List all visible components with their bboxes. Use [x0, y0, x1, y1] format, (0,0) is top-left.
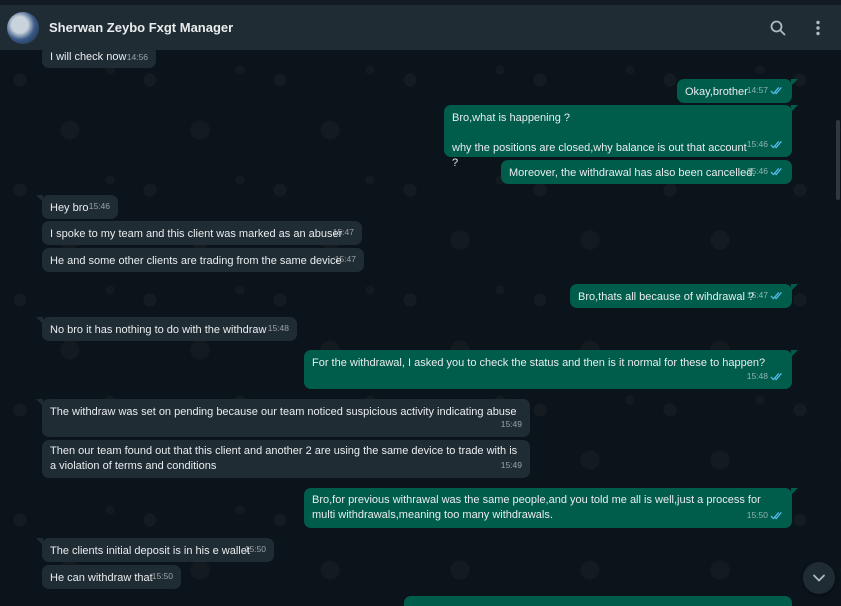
message-text: Then our team found out that this client… — [50, 445, 521, 472]
contact-name[interactable]: Sherwan Zeybo Fxgt Manager — [49, 20, 233, 35]
message-text: The clients initial deposit is in his e … — [50, 545, 250, 557]
message-outgoing[interactable]: Bro,what is happening ? why the position… — [444, 105, 798, 169]
message-outgoing[interactable]: For the withdrawal, I asked you to check… — [304, 350, 798, 389]
message-time: 15:47 — [334, 254, 356, 264]
message-incoming[interactable]: I spoke to my team and this client was m… — [42, 221, 362, 245]
message-incoming[interactable]: The clients initial deposit is in his e … — [36, 538, 274, 562]
message-text: The withdraw was set on pending because … — [50, 406, 517, 418]
message-time: 14:57 — [746, 85, 768, 95]
message-time: 15:46 — [746, 166, 768, 176]
read-ticks-icon — [770, 292, 782, 300]
chat-header[interactable]: Sherwan Zeybo Fxgt Manager — [0, 5, 841, 50]
message-incoming[interactable]: The withdraw was set on pending because … — [36, 399, 530, 437]
search-icon[interactable] — [769, 19, 787, 37]
message-text: I will check now — [50, 51, 127, 63]
message-text: Hey bro — [50, 202, 89, 214]
avatar[interactable] — [7, 11, 39, 44]
message-outgoing[interactable]: Moreover, the withdrawal has also been c… — [501, 160, 792, 184]
read-ticks-icon — [770, 512, 782, 520]
message-incoming[interactable]: No bro it has nothing to do with the wit… — [36, 317, 297, 341]
message-time: 15:50 — [746, 510, 768, 520]
scroll-down-button[interactable] — [803, 562, 835, 594]
message-text: I spoke to my team and this client was m… — [50, 228, 343, 240]
message-text: For the withdrawal, I asked you to check… — [312, 357, 766, 369]
message-time: 15:50 — [151, 571, 173, 581]
read-ticks-icon — [770, 87, 782, 95]
message-outgoing-partial — [404, 596, 792, 606]
message-incoming[interactable]: Then our team found out that this client… — [42, 440, 530, 478]
menu-icon[interactable] — [809, 19, 827, 37]
message-time: 15:48 — [267, 323, 289, 333]
message-text: Bro,thats all because of wihdrawal ? — [578, 291, 755, 303]
message-incoming[interactable]: He can withdraw that 15:50 — [42, 565, 181, 589]
message-time: 14:56 — [126, 52, 148, 62]
message-outgoing[interactable]: Bro,for previous withrawal was the same … — [304, 488, 798, 528]
message-time: 15:46 — [746, 139, 768, 149]
chevron-down-icon — [813, 574, 825, 582]
read-ticks-icon — [770, 373, 782, 381]
read-ticks-icon — [770, 168, 782, 176]
scrollbar[interactable] — [835, 50, 841, 600]
message-time: 15:46 — [88, 201, 110, 211]
message-time: 15:49 — [500, 460, 522, 470]
message-outgoing[interactable]: Okay,brother 14:57 — [677, 79, 798, 103]
message-text: Moreover, the withdrawal has also been c… — [509, 167, 756, 179]
message-text: Bro,for previous withrawal was the same … — [312, 494, 764, 521]
message-time: 15:50 — [244, 544, 266, 554]
message-incoming[interactable]: Hey bro 15:46 — [36, 195, 118, 219]
message-time: 15:48 — [746, 371, 768, 381]
message-incoming[interactable]: He and some other clients are trading fr… — [42, 248, 364, 272]
message-text: Okay,brother — [685, 86, 748, 98]
message-time: 15:47 — [746, 290, 768, 300]
message-time: 15:47 — [332, 227, 354, 237]
message-time: 15:49 — [500, 419, 522, 429]
scrollbar-thumb[interactable] — [836, 120, 840, 200]
message-text: He and some other clients are trading fr… — [50, 255, 342, 267]
message-text: No bro it has nothing to do with the wit… — [50, 324, 267, 336]
read-ticks-icon — [770, 141, 782, 149]
message-text: He can withdraw that — [50, 572, 153, 584]
message-outgoing[interactable]: Bro,thats all because of wihdrawal ? 15:… — [570, 284, 798, 308]
